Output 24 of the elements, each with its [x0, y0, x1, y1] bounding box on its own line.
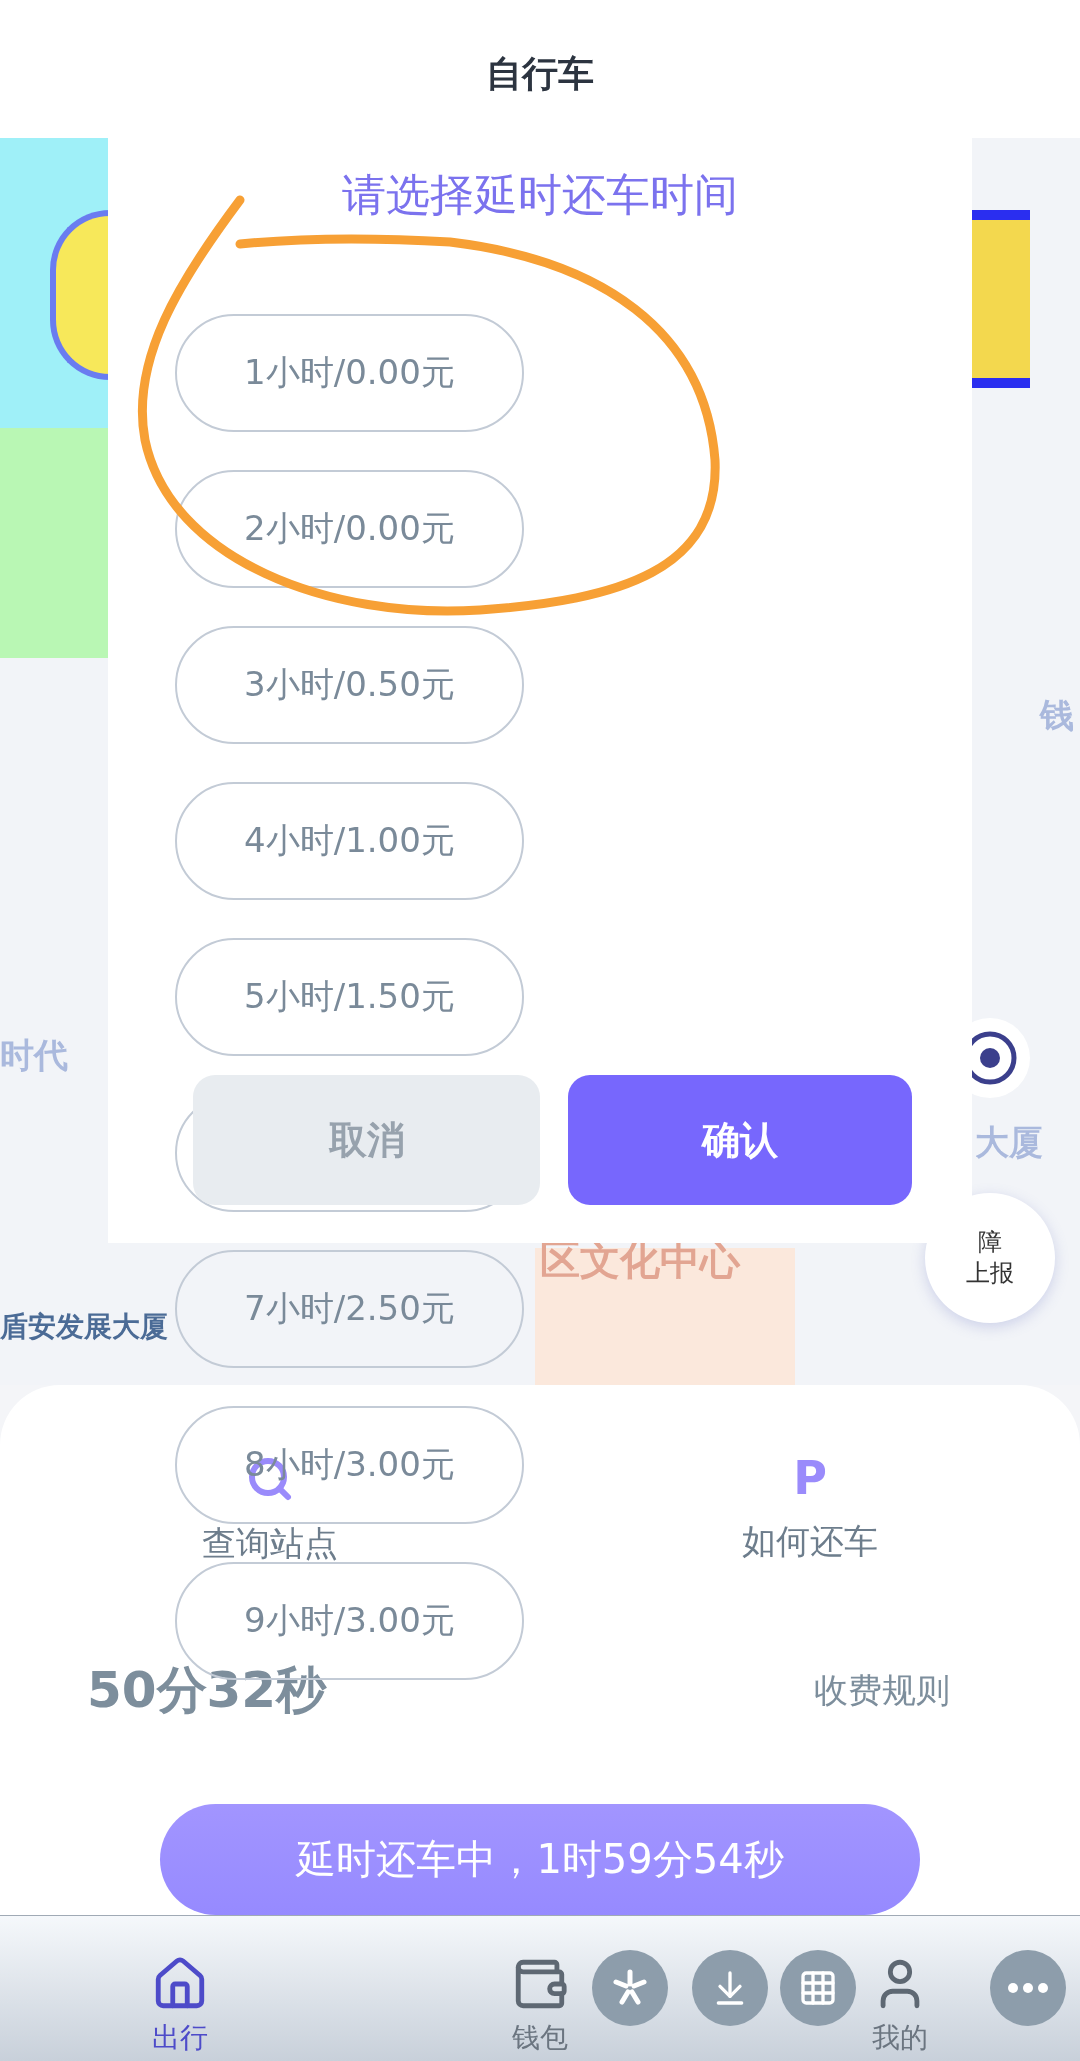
- duration-option[interactable]: 5小时/1.50元: [175, 938, 524, 1056]
- nav-tab[interactable]: 我的: [860, 1916, 940, 2061]
- fee-rules-link[interactable]: 收费规则: [814, 1667, 950, 1714]
- parking-icon: P: [793, 1455, 827, 1501]
- duration-option[interactable]: 7小时/2.50元: [175, 1250, 524, 1368]
- nav-tab[interactable]: 钱包: [500, 1916, 580, 2061]
- map-label: 钱: [1040, 694, 1074, 737]
- sparkle-icon: [610, 1968, 650, 2008]
- map-label: 大厦: [975, 1121, 1043, 1164]
- page-title: 自行车: [486, 52, 594, 92]
- more-icon: [1008, 1983, 1048, 1993]
- grid-icon: [798, 1968, 838, 2008]
- dialog-title: 请选择延时还车时间: [342, 168, 738, 222]
- nav-tab[interactable]: 出行: [140, 1916, 220, 2061]
- extend-status-button[interactable]: 延时还车中，1时59分54秒: [160, 1804, 920, 1915]
- action-label[interactable]: 如何还车: [742, 1519, 878, 1565]
- duration-option[interactable]: 3小时/0.50元: [175, 626, 524, 744]
- map-label: 盾安发展大厦: [0, 1309, 168, 1345]
- map-label: 时代: [0, 1034, 68, 1077]
- confirm-button[interactable]: 确认: [568, 1075, 912, 1205]
- duration-option[interactable]: 4小时/1.00元: [175, 782, 524, 900]
- duration-option[interactable]: 1小时/0.00元: [175, 314, 524, 432]
- duration-option[interactable]: 2小时/0.00元: [175, 470, 524, 588]
- cancel-button[interactable]: 取消: [193, 1075, 540, 1205]
